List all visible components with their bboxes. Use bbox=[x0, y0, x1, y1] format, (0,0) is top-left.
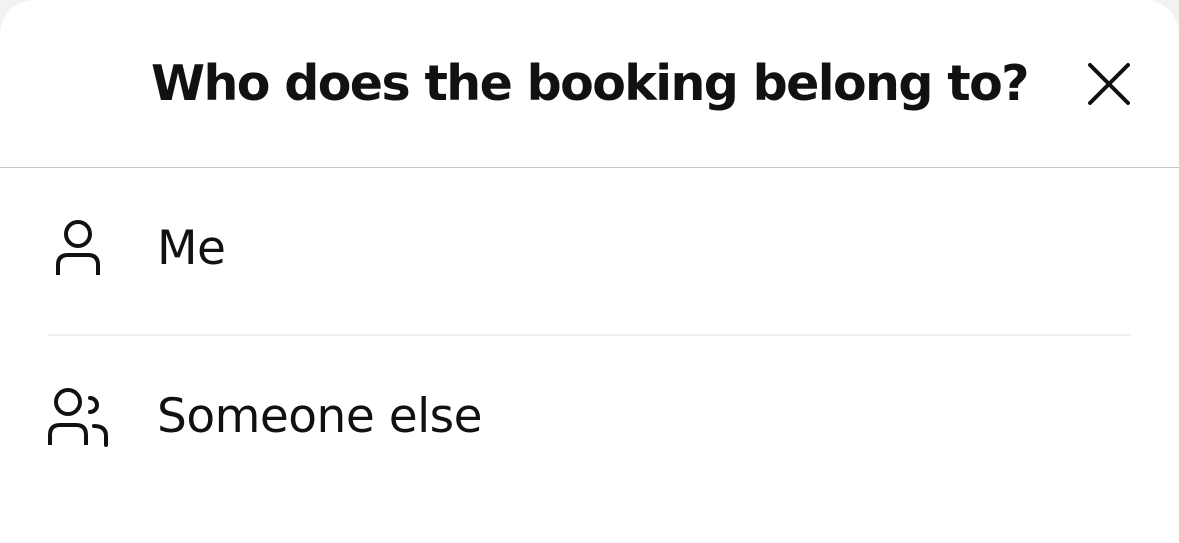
sheet-header: Who does the booking belong to? bbox=[0, 0, 1179, 168]
person-icon bbox=[56, 220, 100, 275]
option-divider bbox=[48, 334, 1131, 336]
option-someone-else-label: Someone else bbox=[157, 389, 483, 444]
booking-owner-sheet: Who does the booking belong to? Me Someo… bbox=[0, 0, 1179, 543]
person-icon-wrap bbox=[46, 174, 110, 324]
people-icon-wrap bbox=[46, 342, 110, 492]
close-icon bbox=[1088, 63, 1130, 105]
close-button[interactable] bbox=[1079, 54, 1139, 114]
sheet-title: Who does the booking belong to? bbox=[151, 55, 1030, 112]
option-me[interactable]: Me bbox=[0, 174, 1179, 324]
people-icon bbox=[48, 388, 108, 447]
option-someone-else[interactable]: Someone else bbox=[0, 342, 1179, 492]
option-me-label: Me bbox=[157, 221, 226, 276]
